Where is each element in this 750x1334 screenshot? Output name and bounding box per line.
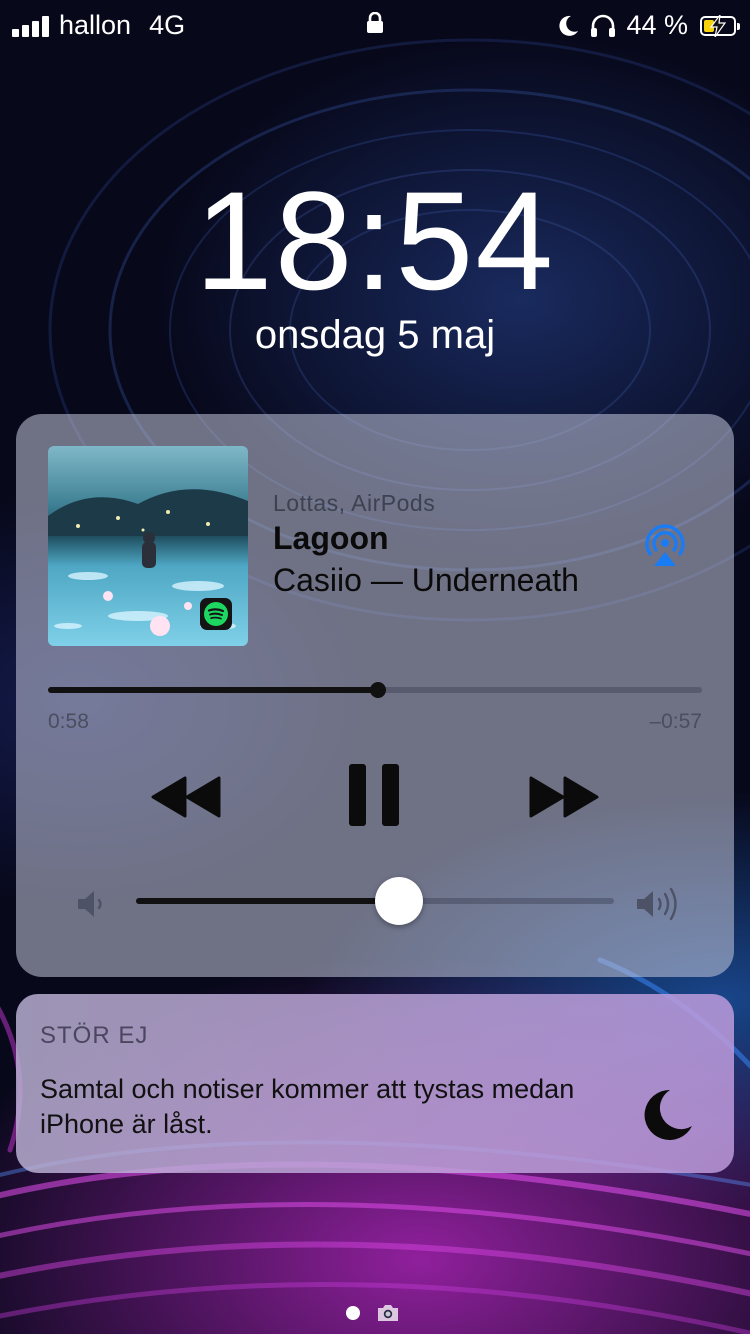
signal-icon [12,15,49,37]
airplay-icon[interactable] [642,522,688,568]
scrubber-progress [48,687,378,693]
carrier-name: hallon [59,10,132,40]
scrubber-knob[interactable] [369,682,386,698]
battery-percent: 44 % [626,10,688,40]
volume-low-icon [78,891,102,917]
elapsed-time: 0:58 [48,710,89,733]
headphones-icon [591,14,616,37]
playback-scrubber[interactable] [48,682,702,698]
do-not-disturb-card[interactable]: STÖR EJ Samtal och notiser kommer att ty… [16,994,734,1173]
remaining-time: –0:57 [649,710,702,733]
album-art[interactable] [48,446,248,646]
moon-icon [559,15,579,36]
volume-high-icon [637,887,677,921]
page-dot-active [346,1306,360,1320]
page-indicator [346,1303,400,1323]
volume-knob[interactable] [374,877,423,925]
now-playing-widget: Lottas, AirPods Lagoon Casiio — Undernea… [16,414,734,977]
pause-button[interactable] [347,760,401,830]
track-title: Lagoon [273,520,389,556]
audio-route-label: Lottas, AirPods [273,490,436,516]
lock-clock: 18:54 [194,162,556,319]
lock-date: onsdag 5 maj [254,313,496,357]
battery-icon [700,14,740,37]
volume-slider[interactable] [136,877,614,925]
rewind-button[interactable] [149,772,223,822]
volume-level [136,898,399,904]
fast-forward-button[interactable] [527,772,601,822]
status-right: 44 % [556,10,740,41]
network-type: 4G [149,10,186,40]
moon-icon [644,1089,692,1140]
camera-icon[interactable] [376,1303,400,1323]
dnd-title: STÖR EJ [40,1022,149,1049]
lock-screen: hallon 4G 44 % 18:54 onsdag 5 maj Lottas… [0,0,750,1334]
battery-cap [737,22,740,30]
lock-icon [367,12,383,33]
status-bar: hallon 4G 44 % [0,0,750,50]
dnd-message: Samtal och notiser kommer att tystas med… [40,1074,575,1139]
charging-bolt-icon [709,14,727,37]
track-artist-album: Casiio — Underneath [273,562,579,598]
status-left: hallon 4G [12,10,185,41]
spotify-icon [200,598,232,630]
